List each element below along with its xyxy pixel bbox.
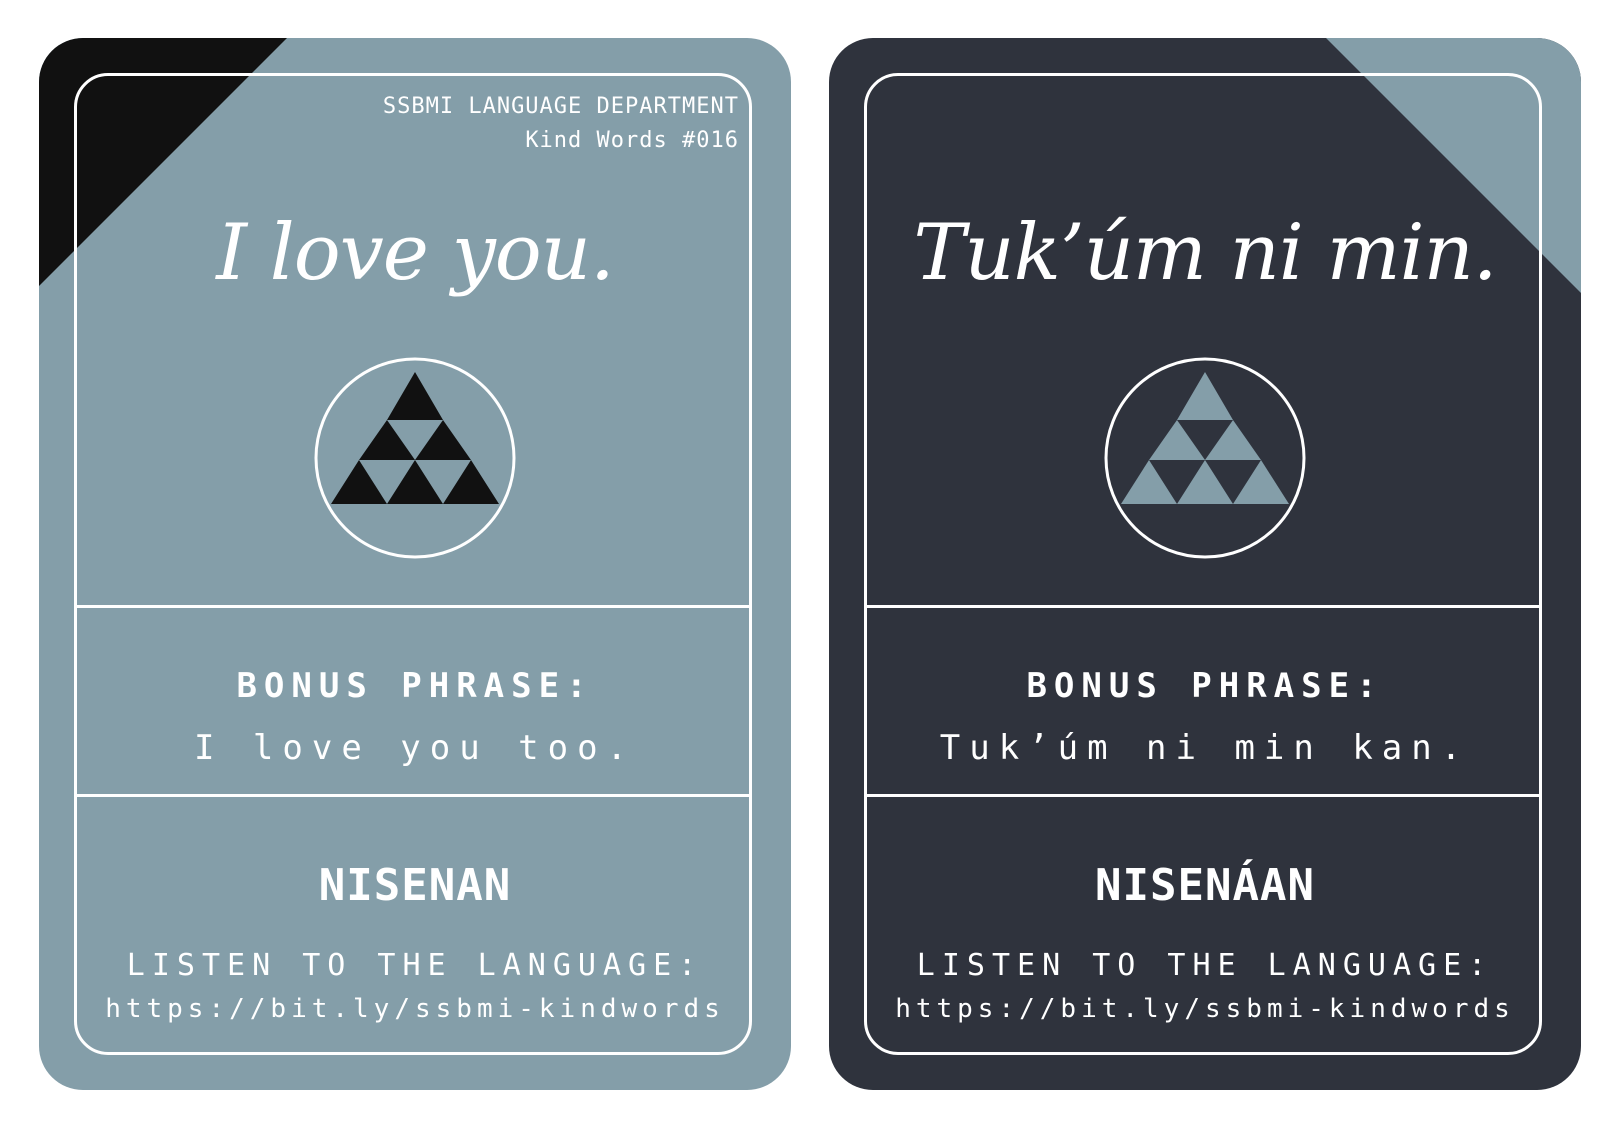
listen-label: LISTEN TO THE LANGUAGE:: [126, 948, 704, 983]
language-name: NISENÁAN: [1095, 860, 1315, 911]
listen-label: LISTEN TO THE LANGUAGE:: [916, 948, 1494, 983]
divider: [864, 794, 1542, 797]
series-label: Kind Words #016: [525, 128, 739, 153]
nisenan-card: Tuk’úm ni min. BONUS PHRASE: Tuk’úm ni m…: [829, 38, 1581, 1090]
triangle-pyramid-icon: [314, 357, 516, 559]
main-phrase: Tuk’úm ni min.: [913, 208, 1497, 298]
main-phrase: I love you.: [216, 208, 615, 298]
listen-link[interactable]: https://bit.ly/ssbmi-kindwords: [39, 994, 791, 1024]
divider: [74, 794, 752, 797]
triangle-pyramid-icon: [1104, 357, 1306, 559]
bonus-title: BONUS PHRASE:: [1026, 666, 1384, 706]
divider: [74, 605, 752, 608]
bonus-phrase: Tuk’úm ni min kan.: [939, 728, 1471, 768]
divider: [864, 605, 1542, 608]
department-label: SSBMI LANGUAGE DEPARTMENT: [382, 94, 739, 119]
listen-link[interactable]: https://bit.ly/ssbmi-kindwords: [829, 994, 1581, 1024]
bonus-phrase: I love you too.: [193, 728, 637, 768]
bonus-title: BONUS PHRASE:: [236, 666, 594, 706]
card-header: SSBMI LANGUAGE DEPARTMENT Kind Words #01…: [383, 90, 739, 158]
language-name: NISENAN: [318, 860, 512, 911]
english-card: SSBMI LANGUAGE DEPARTMENT Kind Words #01…: [39, 38, 791, 1090]
